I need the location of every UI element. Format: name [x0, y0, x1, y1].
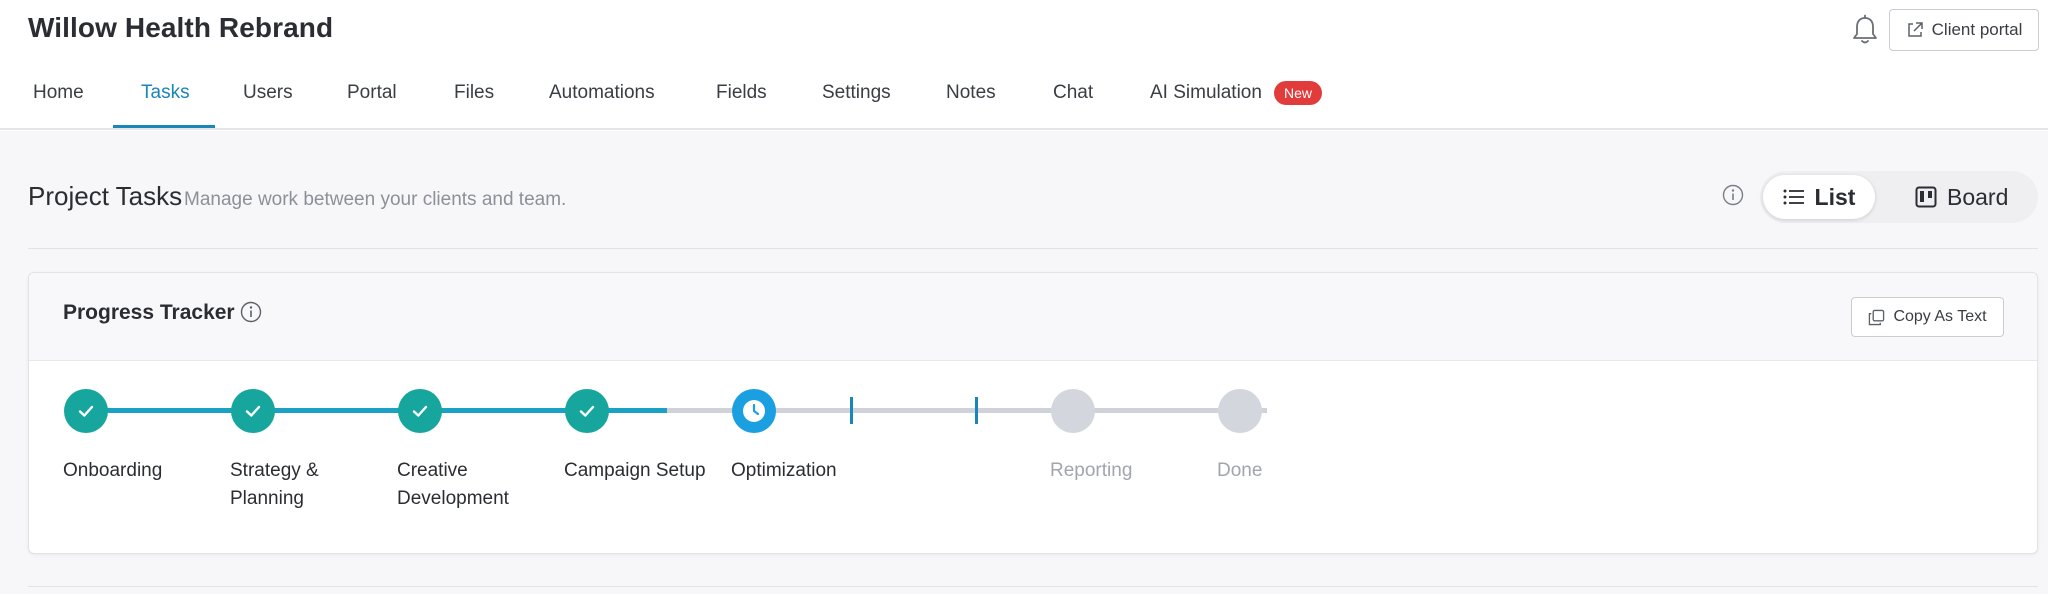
external-link-icon	[1907, 22, 1923, 37]
info-icon[interactable]	[240, 301, 262, 323]
copy-icon	[1869, 309, 1885, 325]
progress-tracker-card: Progress Tracker Copy As Text Onboarding…	[28, 272, 2038, 554]
nav-item-notes[interactable]: Notes	[946, 70, 996, 130]
nav-item-automations[interactable]: Automations	[549, 70, 655, 130]
check-icon	[579, 405, 595, 417]
nav-item-tasks[interactable]: Tasks	[141, 70, 190, 130]
project-title: Willow Health Rebrand	[28, 12, 334, 43]
view-toggle: List Board	[1760, 171, 2038, 223]
check-icon	[412, 405, 428, 417]
list-icon	[1783, 189, 1804, 205]
active-tab-indicator	[113, 125, 215, 128]
step-label: Done	[1217, 460, 1263, 481]
check-icon	[245, 405, 261, 417]
step-label: Optimization	[731, 460, 837, 481]
new-badge: New	[1273, 81, 1322, 105]
page-title: Project Tasks	[28, 181, 183, 211]
progress-tracker-title: Progress Tracker	[63, 301, 235, 324]
step-node-completed[interactable]	[565, 389, 609, 433]
board-view-button[interactable]: Board	[1915, 175, 2025, 219]
step-label: Creative Development	[397, 460, 509, 509]
client-portal-label: Client portal	[1931, 20, 2023, 39]
step-node-completed[interactable]	[64, 389, 108, 433]
board-view-label: Board	[1947, 183, 2009, 210]
divider	[28, 248, 2038, 249]
bell-icon[interactable]	[1850, 14, 1880, 46]
list-view-label: List	[1814, 183, 1856, 210]
progress-stepper: Onboarding Strategy & Planning Creative …	[29, 361, 2037, 555]
nav-item-settings[interactable]: Settings	[822, 70, 891, 130]
main-content: Project Tasks Manage work between your c…	[0, 131, 2048, 594]
nav-item-ai-simulation-label: AI Simulation	[1150, 82, 1262, 103]
divider	[28, 586, 2038, 587]
nav-item-fields[interactable]: Fields	[716, 70, 767, 130]
board-icon	[1915, 186, 1937, 208]
clock-icon	[743, 400, 765, 422]
step-label: Onboarding	[63, 460, 163, 481]
client-portal-button[interactable]: Client portal	[1889, 9, 2039, 51]
copy-as-text-button[interactable]: Copy As Text	[1851, 297, 2004, 337]
check-icon	[78, 405, 94, 417]
nav-item-chat[interactable]: Chat	[1053, 70, 1093, 130]
step-node-current[interactable]	[732, 389, 776, 433]
page-subtitle: Manage work between your clients and tea…	[184, 189, 567, 210]
progress-tick	[975, 397, 978, 424]
step-node-completed[interactable]	[231, 389, 275, 433]
top-header: Willow Health Rebrand Client portal Home…	[0, 0, 2048, 130]
nav-item-users[interactable]: Users	[243, 70, 293, 130]
step-label: Campaign Setup	[564, 460, 706, 481]
list-view-button[interactable]: List	[1763, 175, 1875, 219]
copy-as-text-label: Copy As Text	[1893, 308, 1987, 325]
info-icon[interactable]	[1722, 184, 1744, 206]
step-label: Strategy & Planning	[230, 460, 319, 509]
step-node-pending[interactable]	[1051, 389, 1095, 433]
nav-item-ai-simulation[interactable]: AI Simulation New	[1150, 70, 1322, 130]
step-node-completed[interactable]	[398, 389, 442, 433]
progress-tracker-header: Progress Tracker Copy As Text	[29, 273, 2037, 361]
step-node-pending[interactable]	[1218, 389, 1262, 433]
progress-tick	[850, 397, 853, 424]
nav-item-portal[interactable]: Portal	[347, 70, 397, 130]
nav-item-home[interactable]: Home	[33, 70, 84, 130]
step-label: Reporting	[1050, 460, 1133, 481]
nav-item-files[interactable]: Files	[454, 70, 494, 130]
